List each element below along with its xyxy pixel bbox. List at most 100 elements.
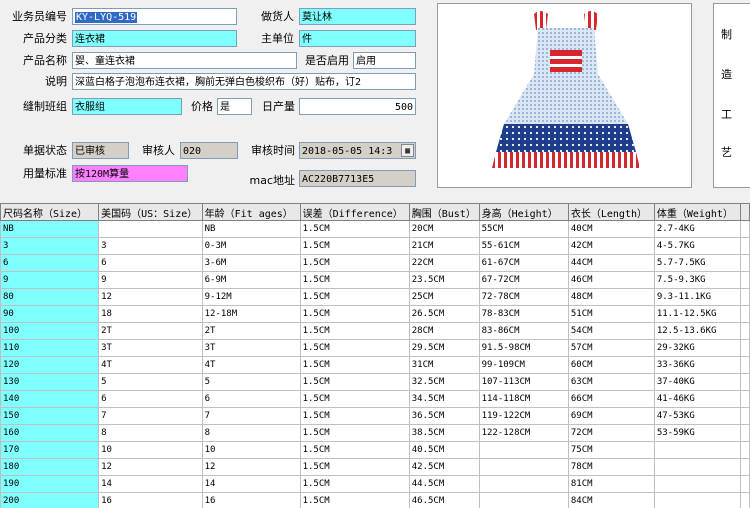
grid-cell[interactable]: 12-18M [201, 305, 301, 323]
grid-cell[interactable]: 130 [0, 373, 100, 391]
grid-cell[interactable]: 3 [98, 237, 203, 255]
table-row[interactable]: 110 3T 3T 1.5CM 29.5CM 91.5-98CM 57CM 29-32KG [0, 339, 750, 357]
grid-cell[interactable] [478, 475, 569, 493]
grid-cell[interactable]: 150 [0, 407, 100, 425]
table-row[interactable]: 80 12 9-12M 1.5CM 25CM 72-78CM 48CM 9.3-11.1KG [0, 288, 750, 306]
grid-cell[interactable]: 6-9M [201, 271, 301, 289]
grid-cell[interactable]: 91.5-98CM [478, 339, 569, 357]
grid-cell[interactable]: 40CM [567, 220, 655, 238]
col-header-weight[interactable]: 体重（Weight） [653, 203, 741, 221]
grid-cell[interactable]: NB [201, 220, 301, 238]
grid-cell[interactable]: 1.5CM [299, 390, 410, 408]
grid-cell[interactable]: 1.5CM [299, 441, 410, 459]
grid-cell[interactable]: 7 [201, 407, 301, 425]
grid-cell[interactable]: 1.5CM [299, 407, 410, 425]
grid-cell[interactable]: 63CM [567, 373, 655, 391]
grid-cell[interactable]: 9 [0, 271, 100, 289]
table-row[interactable]: 180 12 12 1.5CM 42.5CM 78CM [0, 458, 750, 476]
grid-cell[interactable]: 1.5CM [299, 356, 410, 374]
grid-cell[interactable]: 9-12M [201, 288, 301, 306]
grid-cell[interactable]: 100 [0, 322, 100, 340]
table-row[interactable]: 3 3 0-3M 1.5CM 21CM 55-61CM 42CM 4-5.7KG [0, 237, 750, 255]
grid-cell[interactable]: 120 [0, 356, 100, 374]
grid-cell[interactable]: 72CM [567, 424, 655, 442]
grid-cell[interactable]: 1.5CM [299, 288, 410, 306]
grid-cell[interactable] [653, 458, 741, 476]
grid-cell[interactable]: 122-128CM [478, 424, 569, 442]
grid-cell[interactable]: 53-59KG [653, 424, 741, 442]
grid-cell[interactable]: 75CM [567, 441, 655, 459]
grid-cell[interactable]: 83-86CM [478, 322, 569, 340]
grid-cell[interactable]: 12 [98, 458, 203, 476]
grid-cell[interactable]: 6 [98, 390, 203, 408]
grid-cell[interactable]: 160 [0, 424, 100, 442]
grid-cell[interactable]: 44CM [567, 254, 655, 272]
grid-cell[interactable]: 5 [98, 373, 203, 391]
grid-cell[interactable]: 40.5CM [408, 441, 480, 459]
grid-cell[interactable]: 38.5CM [408, 424, 480, 442]
grid-cell[interactable]: 55CM [478, 220, 569, 238]
grid-cell[interactable]: 6 [0, 254, 100, 272]
grid-cell[interactable]: 4T [201, 356, 301, 374]
grid-cell[interactable]: 44.5CM [408, 475, 480, 493]
sewing-group-field[interactable]: 衣服组 [72, 98, 182, 115]
table-row[interactable]: 190 14 14 1.5CM 44.5CM 81CM [0, 475, 750, 493]
table-row[interactable]: 140 6 6 1.5CM 34.5CM 114-118CM 66CM 41-46KG [0, 390, 750, 408]
grid-cell[interactable]: 55-61CM [478, 237, 569, 255]
grid-cell[interactable]: 12 [98, 288, 203, 306]
grid-cell[interactable]: 170 [0, 441, 100, 459]
grid-cell[interactable]: 66CM [567, 390, 655, 408]
grid-cell[interactable]: 9 [98, 271, 203, 289]
grid-cell[interactable]: 200 [0, 492, 100, 508]
grid-cell[interactable]: 90 [0, 305, 100, 323]
grid-cell[interactable]: 4T [98, 356, 203, 374]
grid-cell[interactable]: 1.5CM [299, 322, 410, 340]
table-row[interactable]: 9 9 6-9M 1.5CM 23.5CM 67-72CM 46CM 7.5-9.3KG [0, 271, 750, 289]
mac-field[interactable]: AC220B7713E5 [299, 170, 416, 187]
grid-cell[interactable]: 78CM [567, 458, 655, 476]
grid-cell[interactable]: 26.5CM [408, 305, 480, 323]
grid-cell[interactable] [478, 458, 569, 476]
doc-status-field[interactable]: 已审核 [72, 142, 129, 159]
grid-cell[interactable]: 54CM [567, 322, 655, 340]
grid-cell[interactable]: 42.5CM [408, 458, 480, 476]
grid-cell[interactable]: 1.5CM [299, 220, 410, 238]
grid-cell[interactable]: 5 [201, 373, 301, 391]
grid-cell[interactable]: 107-113CM [478, 373, 569, 391]
col-header-difference[interactable]: 误差（Difference） [299, 203, 410, 221]
grid-cell[interactable]: 6 [201, 390, 301, 408]
col-header-size[interactable]: 尺码名称（Size） [0, 203, 100, 221]
col-header-age[interactable]: 年龄（Fit ages） [201, 203, 301, 221]
grid-cell[interactable]: 119-122CM [478, 407, 569, 425]
grid-cell[interactable]: 61-67CM [478, 254, 569, 272]
grid-cell[interactable]: 1.5CM [299, 424, 410, 442]
category-field[interactable]: 连衣裙 [72, 30, 237, 47]
grid-cell[interactable]: 12 [201, 458, 301, 476]
grid-cell[interactable]: 1.5CM [299, 475, 410, 493]
col-header-length[interactable]: 衣长（Length） [567, 203, 655, 221]
review-time-field[interactable]: 2018-05-05 14:3 ▦ [299, 142, 416, 159]
grid-cell[interactable] [98, 220, 203, 238]
grid-cell[interactable]: 2.7-4KG [653, 220, 741, 238]
grid-cell[interactable]: 84CM [567, 492, 655, 508]
grid-cell[interactable]: 10 [98, 441, 203, 459]
grid-cell[interactable]: 3 [0, 237, 100, 255]
grid-cell[interactable]: 3-6M [201, 254, 301, 272]
grid-cell[interactable]: 22CM [408, 254, 480, 272]
grid-cell[interactable]: 34.5CM [408, 390, 480, 408]
grid-cell[interactable]: 69CM [567, 407, 655, 425]
grid-cell[interactable]: 57CM [567, 339, 655, 357]
grid-cell[interactable]: 16 [98, 492, 203, 508]
grid-cell[interactable]: 23.5CM [408, 271, 480, 289]
grid-cell[interactable]: 3T [98, 339, 203, 357]
grid-cell[interactable]: 11.1-12.5KG [653, 305, 741, 323]
table-row[interactable]: 130 5 5 1.5CM 32.5CM 107-113CM 63CM 37-40KG [0, 373, 750, 391]
grid-cell[interactable]: 16 [201, 492, 301, 508]
grid-cell[interactable]: 1.5CM [299, 254, 410, 272]
grid-cell[interactable]: 114-118CM [478, 390, 569, 408]
grid-cell[interactable]: 5.7-7.5KG [653, 254, 741, 272]
grid-cell[interactable]: 180 [0, 458, 100, 476]
grid-cell[interactable]: 2T [98, 322, 203, 340]
grid-cell[interactable]: 51CM [567, 305, 655, 323]
table-row[interactable]: 100 2T 2T 1.5CM 28CM 83-86CM 54CM 12.5-13.6KG [0, 322, 750, 340]
